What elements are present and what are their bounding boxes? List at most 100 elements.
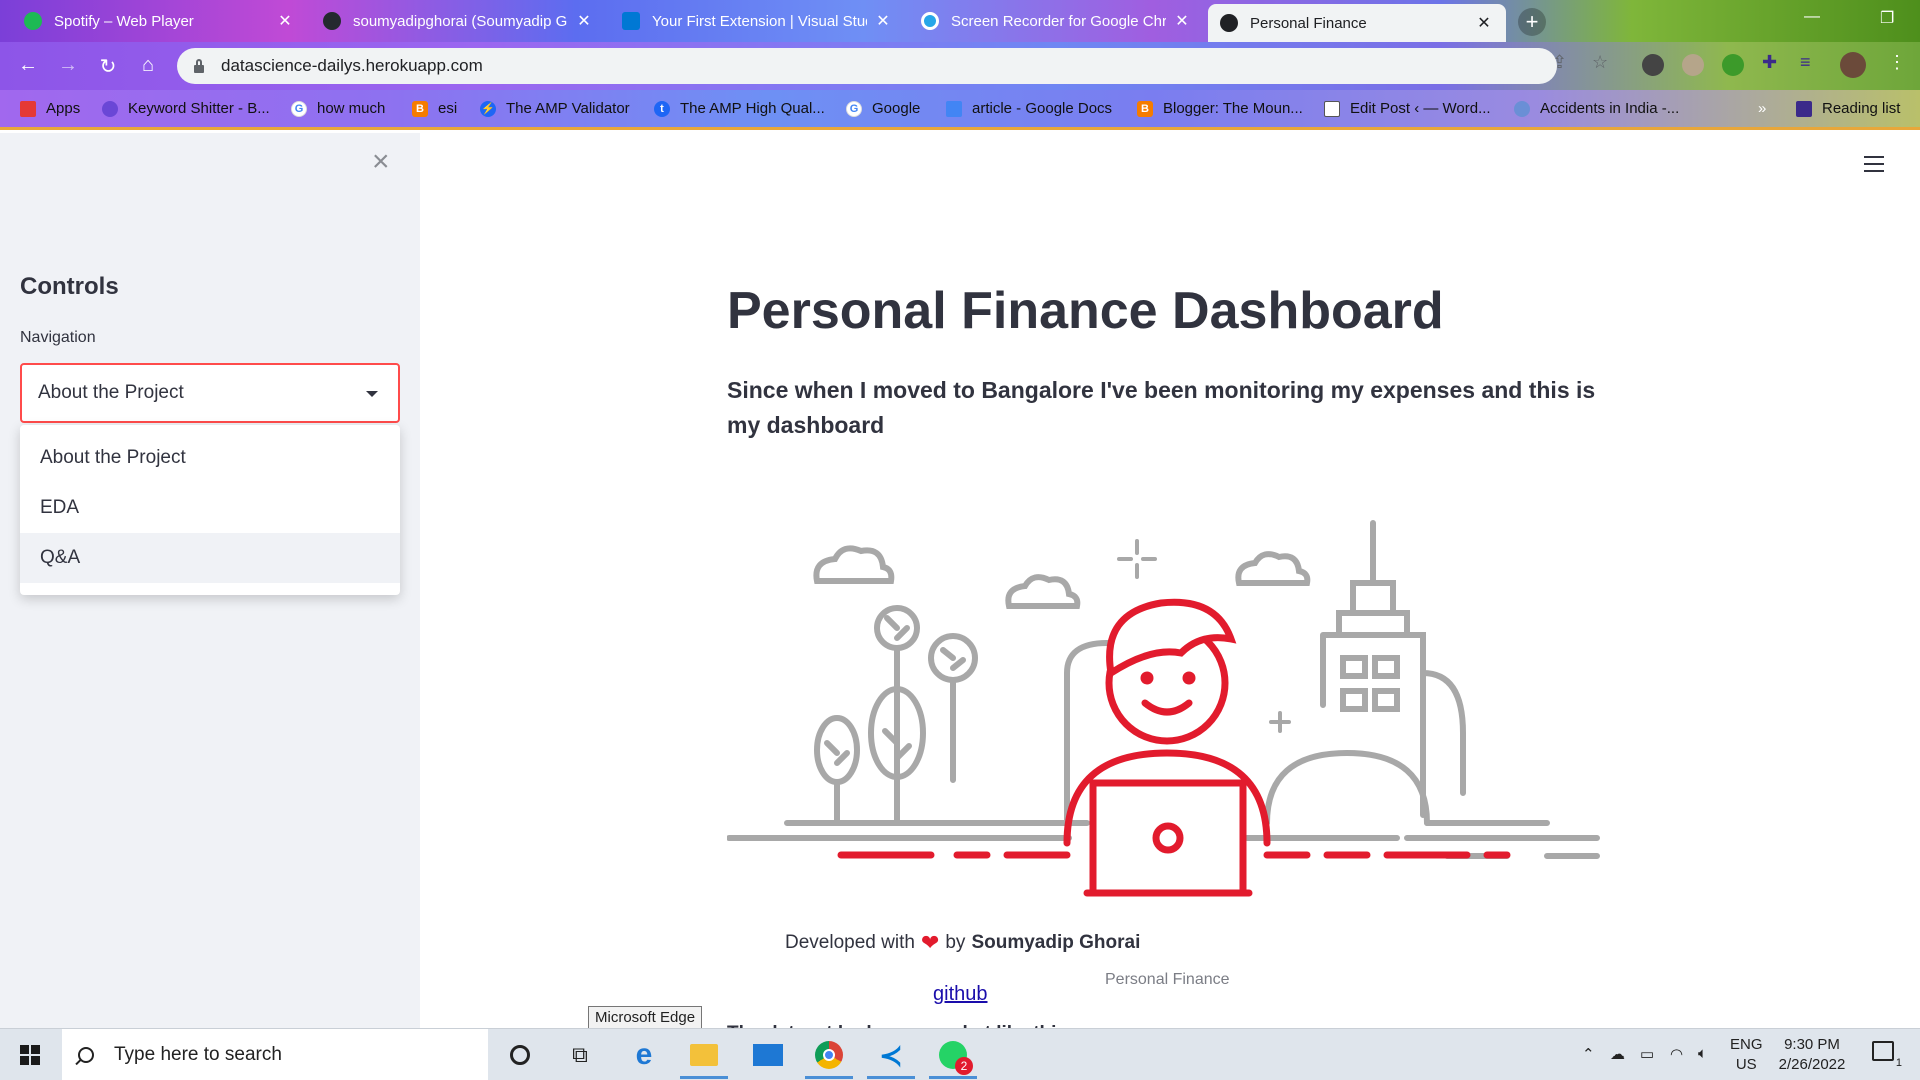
more-bookmarks-button[interactable]: » <box>1758 100 1766 117</box>
bookmark-label: Edit Post ‹ — Word... <box>1350 100 1491 117</box>
bookmark-blogger[interactable]: B Blogger: The Moun... <box>1137 100 1303 117</box>
whatsapp-badge: 2 <box>955 1057 973 1075</box>
bookmark-keyword-shitter[interactable]: Keyword Shitter - B... <box>102 100 270 117</box>
clock[interactable]: 9:30 PM 2/26/2022 <box>1772 1035 1852 1075</box>
bookmark-google[interactable]: G Google <box>846 100 920 117</box>
bookmark-google-docs[interactable]: article - Google Docs <box>946 100 1112 117</box>
forward-icon[interactable]: → <box>54 54 82 77</box>
dropdown-option-qa[interactable]: Q&A <box>20 533 400 583</box>
close-icon[interactable]: ✕ <box>574 11 594 31</box>
wordpress-icon <box>1324 100 1340 117</box>
new-tab-button[interactable]: + <box>1518 8 1546 36</box>
home-icon[interactable]: ⌂ <box>134 54 162 77</box>
language-indicator[interactable]: ENG US <box>1730 1035 1763 1075</box>
tab-screen-recorder[interactable]: Screen Recorder for Google Chro ✕ <box>909 4 1204 38</box>
credit-prefix: Developed with <box>785 932 915 953</box>
close-icon[interactable]: ✕ <box>1474 13 1494 33</box>
reading-list-button[interactable]: Reading list <box>1796 100 1900 117</box>
vscode-taskbar-icon[interactable]: ≺ <box>867 1037 915 1079</box>
page-title: Personal Finance Dashboard <box>727 282 1444 340</box>
blogger-icon: B <box>412 100 428 117</box>
streamlit-icon <box>1220 14 1238 32</box>
taskbar-tooltip: Microsoft Edge <box>588 1006 703 1030</box>
tab-title: Spotify – Web Player <box>54 12 194 30</box>
sidebar-close-icon[interactable]: × <box>372 147 390 177</box>
share-icon[interactable]: ⇪ <box>1552 52 1567 73</box>
mail-icon[interactable] <box>750 1037 786 1073</box>
navigation-label: Navigation <box>20 329 96 346</box>
extension-icon[interactable] <box>1722 54 1744 76</box>
bookmark-label: how much <box>317 100 386 117</box>
bookmark-accidents-india[interactable]: Accidents in India -... <box>1514 100 1679 117</box>
language-code: ENG <box>1730 1036 1763 1053</box>
minimize-icon[interactable]: — <box>1804 8 1820 26</box>
chevron-down-icon <box>366 391 378 397</box>
hamburger-menu-icon[interactable] <box>1864 156 1884 172</box>
bookmark-edit-post[interactable]: Edit Post ‹ — Word... <box>1324 100 1491 117</box>
close-icon[interactable]: ✕ <box>275 11 295 31</box>
reload-icon[interactable]: ↻ <box>94 54 122 79</box>
spotify-icon <box>24 12 42 30</box>
reading-list-icon <box>1796 100 1812 117</box>
sidebar-heading: Controls <box>20 273 119 300</box>
tab-vscode[interactable]: Your First Extension | Visual Studi ✕ <box>610 4 905 38</box>
vscode-icon <box>622 12 640 30</box>
keyword-icon <box>102 100 118 117</box>
media-icon[interactable]: ≡ <box>1800 52 1811 73</box>
task-view-icon[interactable]: ⧉ <box>562 1037 598 1073</box>
browser-toolbar: ← → ↻ ⌂ datascience-dailys.herokuapp.com… <box>0 42 1920 90</box>
more-menu-icon[interactable]: ⋮ <box>1888 52 1906 73</box>
restore-icon[interactable]: ❐ <box>1880 8 1894 28</box>
tab-spotify[interactable]: Spotify – Web Player ✕ <box>12 4 307 38</box>
address-bar[interactable]: datascience-dailys.herokuapp.com <box>177 48 1557 84</box>
bookmark-apps[interactable]: Apps <box>20 100 80 117</box>
edge-icon[interactable]: e <box>626 1037 662 1073</box>
bookmark-label: Blogger: The Moun... <box>1163 100 1303 117</box>
dropdown-option-eda[interactable]: EDA <box>20 483 400 533</box>
tab-title: Your First Extension | Visual Studi <box>652 12 867 30</box>
page-subtitle: Since when I moved to Bangalore I've bee… <box>727 377 1596 438</box>
google-icon: G <box>846 100 862 117</box>
accidents-icon <box>1514 100 1530 117</box>
sidebar: × Controls Navigation About the Project … <box>0 133 420 1028</box>
bookmark-amp-validator[interactable]: ⚡ The AMP Validator <box>480 100 630 117</box>
whatsapp-icon[interactable]: 2 <box>929 1037 977 1079</box>
github-link[interactable]: github <box>933 983 988 1006</box>
chrome-icon[interactable] <box>805 1037 853 1079</box>
dropdown-option-about[interactable]: About the Project <box>20 433 400 483</box>
onedrive-icon[interactable]: ☁ <box>1610 1045 1625 1063</box>
bookmark-label: The AMP Validator <box>506 100 630 117</box>
puzzle-icon[interactable]: ✚ <box>1762 52 1777 73</box>
bookmark-esi[interactable]: B esi <box>412 100 457 117</box>
close-icon[interactable]: ✕ <box>1172 11 1192 31</box>
bookmark-star-icon[interactable]: ☆ <box>1592 52 1608 73</box>
wifi-icon[interactable]: ◠ <box>1670 1045 1683 1063</box>
credit-by: by <box>945 932 966 953</box>
windows-start-icon[interactable] <box>20 1045 40 1065</box>
region-code: US <box>1735 1056 1757 1073</box>
extension-icon[interactable] <box>1682 54 1704 76</box>
back-icon[interactable]: ← <box>14 54 42 77</box>
extension-icon[interactable] <box>1642 54 1664 76</box>
tab-github[interactable]: soumyadipghorai (Soumyadip G ✕ <box>311 4 606 38</box>
tab-title: soumyadipghorai (Soumyadip G <box>353 12 568 30</box>
battery-icon[interactable]: ▭ <box>1640 1045 1654 1063</box>
chevron-up-icon[interactable]: ⌃ <box>1582 1045 1595 1063</box>
close-icon[interactable]: ✕ <box>873 11 893 31</box>
notification-center-icon[interactable]: 1 <box>1872 1041 1902 1069</box>
bookmark-how-much[interactable]: G how much <box>291 100 385 117</box>
cortana-icon[interactable] <box>502 1037 538 1073</box>
avatar[interactable] <box>1840 52 1866 78</box>
amp-icon: ⚡ <box>480 100 496 117</box>
volume-icon[interactable]: 🔈︎ <box>1698 1045 1707 1062</box>
bookmark-amp-high-quality[interactable]: t The AMP High Qual... <box>654 100 825 117</box>
file-explorer-icon[interactable] <box>680 1037 728 1079</box>
url-text: datascience-dailys.herokuapp.com <box>221 56 483 75</box>
reading-list-label: Reading list <box>1822 100 1901 117</box>
bookmark-label: Keyword Shitter - B... <box>128 100 270 117</box>
bookmark-label: article - Google Docs <box>972 100 1113 117</box>
tab-personal-finance[interactable]: Personal Finance ✕ <box>1208 4 1506 42</box>
taskbar-search-box[interactable]: Type here to search <box>62 1029 488 1080</box>
heart-icon: ❤ <box>920 930 940 955</box>
navigation-select[interactable]: About the Project <box>20 363 400 423</box>
